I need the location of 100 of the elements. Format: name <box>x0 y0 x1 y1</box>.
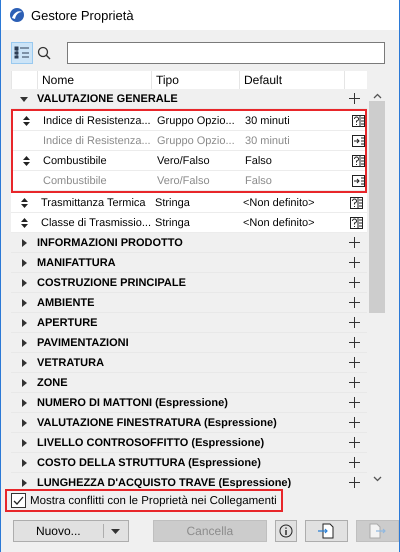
group-row[interactable]: NUMERO DI MATTONI (Espressione) <box>11 393 367 413</box>
add-icon[interactable] <box>349 457 360 468</box>
add-icon[interactable] <box>349 437 360 448</box>
property-info-icon[interactable] <box>352 114 365 126</box>
group-row[interactable]: VALUTAZIONE GENERALE <box>11 89 367 109</box>
property-name: Trasmittanza Termica <box>40 196 147 208</box>
collapsed-arrow-icon[interactable] <box>20 418 28 426</box>
group-row[interactable]: LIVELLO CONTROSOFFITTO (Espressione) <box>11 433 367 453</box>
group-name: ZONE <box>37 376 69 388</box>
property-row[interactable]: Classe di Trasmissio... Stringa <Non definito> <box>11 213 367 233</box>
property-name: Combustibile <box>42 174 108 186</box>
tree-list-icon <box>14 46 30 60</box>
add-icon[interactable] <box>349 317 360 328</box>
collapsed-arrow-icon[interactable] <box>20 438 28 446</box>
property-info-icon[interactable] <box>350 216 363 228</box>
property-type: Stringa <box>154 196 191 208</box>
checkbox-label[interactable]: Mostra conflitti con le Proprietà nei Collegamenti <box>30 494 277 506</box>
property-default: 30 minuti <box>244 114 291 126</box>
property-name: Indice di Resistenza... <box>42 134 152 146</box>
property-info-icon[interactable] <box>352 154 365 166</box>
add-icon[interactable] <box>349 257 360 268</box>
group-row[interactable]: APERTURE <box>11 313 367 333</box>
collapsed-arrow-icon[interactable] <box>20 318 28 326</box>
collapsed-arrow-icon[interactable] <box>20 238 28 246</box>
add-icon[interactable] <box>349 297 360 308</box>
scroll-thumb[interactable] <box>369 101 385 313</box>
group-name: MANIFATTURA <box>37 256 117 268</box>
new-button[interactable]: Nuovo... <box>14 524 104 538</box>
property-default: Falso <box>244 174 273 186</box>
group-name: VETRATURA <box>37 356 106 368</box>
group-row[interactable]: COSTRUZIONE PRINCIPALE <box>11 273 367 293</box>
export-file-icon <box>368 523 386 539</box>
collapsed-arrow-icon[interactable] <box>20 398 28 406</box>
collapsed-arrow-icon[interactable] <box>20 258 28 266</box>
group-row[interactable]: VETRATURA <box>11 353 367 373</box>
add-icon[interactable] <box>349 277 360 288</box>
property-row[interactable]: Trasmittanza Termica Stringa <Non definito> <box>11 193 367 213</box>
collapsed-arrow-icon[interactable] <box>20 478 28 486</box>
scroll-up-icon[interactable] <box>372 93 382 99</box>
property-default: <Non definito> <box>242 196 316 208</box>
scroll-down-icon[interactable] <box>372 476 382 482</box>
linked-property-icon[interactable] <box>352 134 365 146</box>
group-row[interactable]: VALUTAZIONE FINESTRATURA (Espressione) <box>11 413 367 433</box>
collapsed-arrow-icon[interactable] <box>20 338 28 346</box>
property-name: Indice di Resistenza... <box>42 114 152 126</box>
search-icon[interactable] <box>37 46 51 60</box>
reorder-handle-icon[interactable] <box>22 156 30 166</box>
new-split-button[interactable]: Nuovo... <box>13 520 129 542</box>
reorder-handle-icon[interactable] <box>22 116 30 126</box>
import-button[interactable] <box>304 520 348 542</box>
group-name: COSTO DELLA STRUTTURA (Espressione) <box>37 456 262 468</box>
group-name: APERTURE <box>37 316 99 328</box>
add-icon[interactable] <box>349 337 360 348</box>
property-default: <Non definito> <box>242 216 316 228</box>
group-name: VALUTAZIONE GENERALE <box>37 92 179 104</box>
collapsed-arrow-icon[interactable] <box>20 278 28 286</box>
reorder-handle-icon[interactable] <box>20 198 28 208</box>
column-header[interactable]: Nome <box>37 71 151 89</box>
checkbox[interactable] <box>11 493 26 508</box>
column-header[interactable]: Tipo <box>151 71 239 89</box>
linked-property-icon[interactable] <box>352 174 365 186</box>
collapsed-arrow-icon[interactable] <box>20 458 28 466</box>
group-name: INFORMAZIONI PRODOTTO <box>37 236 184 248</box>
group-row[interactable]: MANIFATTURA <box>11 253 367 273</box>
add-icon[interactable] <box>349 397 360 408</box>
search-field[interactable] <box>67 42 385 64</box>
collapsed-arrow-icon[interactable] <box>20 358 28 366</box>
group-name: NUMERO DI MATTONI (Espressione) <box>37 396 229 408</box>
app-logo-icon <box>10 8 24 22</box>
property-info-icon[interactable] <box>350 196 363 208</box>
group-name: LIVELLO CONTROSOFFITTO (Espressione) <box>37 436 266 448</box>
tree-view-button[interactable] <box>11 42 33 64</box>
property-row[interactable]: Combustibile Vero/Falso Falso <box>13 151 365 171</box>
collapsed-arrow-icon[interactable] <box>20 298 28 306</box>
property-default: 30 minuti <box>244 134 291 146</box>
info-button[interactable] <box>275 520 297 542</box>
reorder-handle-icon[interactable] <box>20 218 28 228</box>
column-header[interactable]: Default <box>239 71 344 89</box>
property-type: Vero/Falso <box>156 154 211 166</box>
property-type: Vero/Falso <box>156 174 211 186</box>
group-row[interactable]: ZONE <box>11 373 367 393</box>
property-row[interactable]: Indice di Resistenza... Gruppo Opzio... 30 minuti <box>13 111 365 131</box>
group-name: LUNGHEZZA D'ACQUISTO TRAVE (Espressione) <box>37 476 292 488</box>
add-icon[interactable] <box>349 377 360 388</box>
window-title: Gestore Proprietà <box>31 8 134 22</box>
add-icon[interactable] <box>349 477 360 488</box>
property-name: Combustibile <box>42 154 108 166</box>
collapsed-arrow-icon[interactable] <box>20 378 28 386</box>
expanded-arrow-icon[interactable] <box>20 94 28 102</box>
group-row[interactable]: COSTO DELLA STRUTTURA (Espressione) <box>11 453 367 473</box>
group-row[interactable]: PAVIMENTAZIONI <box>11 333 367 353</box>
group-row[interactable]: INFORMAZIONI PRODOTTO <box>11 233 367 253</box>
add-icon[interactable] <box>349 357 360 368</box>
info-icon <box>278 524 293 538</box>
property-default: Falso <box>244 154 273 166</box>
property-type: Gruppo Opzio... <box>156 114 236 126</box>
add-icon[interactable] <box>349 93 360 104</box>
add-icon[interactable] <box>349 417 360 428</box>
group-row[interactable]: AMBIENTE <box>11 293 367 313</box>
add-icon[interactable] <box>349 237 360 248</box>
